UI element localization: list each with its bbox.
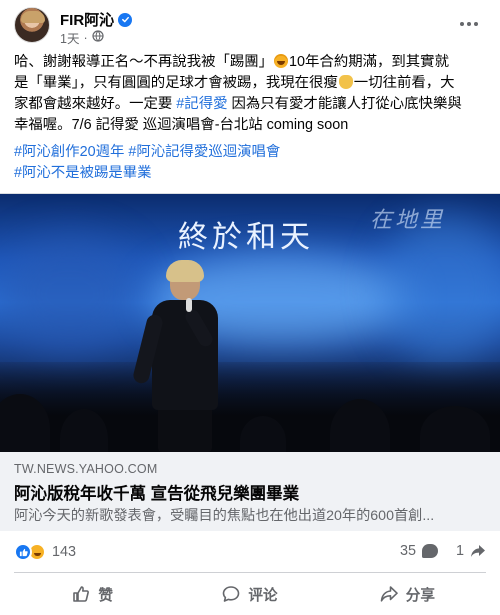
- comment-label: 评论: [248, 587, 278, 604]
- verified-badge-icon: [118, 12, 133, 27]
- share-arrow-icon: [470, 544, 486, 558]
- post-meta: 1天 ·: [60, 28, 104, 47]
- more-options-icon[interactable]: [454, 9, 484, 39]
- like-button[interactable]: 赞: [14, 576, 171, 612]
- singer-figure: [131, 260, 230, 452]
- post-header: FIR阿沁 1天 ·: [14, 7, 484, 47]
- message-text: 幸福喔。7/6 記得愛 巡迴演唱會-台北站 coming soon: [14, 117, 349, 133]
- reaction-count: 143: [52, 544, 77, 560]
- hashtag-link[interactable]: #阿沁創作20週年: [14, 144, 124, 160]
- reactions-summary[interactable]: 143: [14, 543, 76, 561]
- share-icon: [380, 585, 398, 603]
- preview-excerpt: 阿沁今天的新歌發表會，受矚目的焦點也在他出道20年的600首創...: [14, 508, 435, 524]
- message-text: 10年合約期滿，到其實就: [289, 54, 449, 70]
- engagement-counts: 143 35 1: [14, 541, 486, 565]
- message-text: 一切往前看，大: [353, 75, 455, 91]
- comment-icon: [222, 585, 240, 603]
- comment-count[interactable]: 35: [400, 543, 416, 559]
- message-line-4: 幸福喔。7/6 記得愛 巡迴演唱會-台北站 coming soon: [14, 115, 486, 136]
- share-button[interactable]: 分享: [329, 576, 486, 612]
- timestamp[interactable]: 1天: [60, 28, 79, 47]
- action-bar: 赞 评论 分享: [14, 576, 486, 612]
- separator-dot: ·: [83, 30, 88, 45]
- message-line-2: 是「畢業」，只有圓圓的足球才會被踢，我現在很瘦 一切往前看，大: [14, 73, 486, 94]
- comment-bubble-icon: [421, 544, 438, 558]
- link-preview[interactable]: 終於和天 在地里 TW.NEWS.YAHOO.COM 阿沁版稅年收千萬 宣告從飛…: [0, 193, 500, 531]
- hashtag-line-1: #阿沁創作20週年 #阿沁記得愛巡迴演唱會: [14, 142, 280, 163]
- comment-button[interactable]: 评论: [171, 576, 328, 612]
- hashtags: #阿沁創作20週年 #阿沁記得愛巡迴演唱會 #阿沁不是被踢是畢業: [14, 142, 280, 184]
- preview-headline[interactable]: 阿沁版稅年收千萬 宣告從飛兒樂團畢業: [14, 480, 299, 504]
- message-text: 是「畢業」，只有圓圓的足球才會被踢，我現在很瘦: [14, 75, 338, 91]
- stage-screen-text-faint: 在地里: [370, 208, 446, 233]
- post-message: 哈、謝謝報導正名～不再說我被「踢團」 10年合約期滿，到其實就 是「畢業」，只有圓…: [14, 52, 486, 136]
- name-row: FIR阿沁: [60, 9, 133, 30]
- hashtag-link[interactable]: #阿沁不是被踢是畢業: [14, 165, 152, 181]
- globe-icon: [92, 30, 104, 45]
- preview-image[interactable]: 終於和天 在地里: [0, 194, 500, 452]
- hands-emoji-icon: [338, 75, 353, 89]
- message-text: 哈、謝謝報導正名～不再說我被「踢團」: [14, 54, 274, 70]
- page-name[interactable]: FIR阿沁: [60, 9, 114, 30]
- stage-screen-text: 終於和天: [178, 220, 314, 255]
- like-icon: [14, 543, 32, 561]
- laughing-emoji-icon: [274, 54, 289, 68]
- message-text: 家都會越來越好。一定要: [14, 96, 177, 112]
- message-line-1: 哈、謝謝報導正名～不再說我被「踢團」 10年合約期滿，到其實就: [14, 52, 486, 73]
- message-line-3: 家都會越來越好。一定要 #記得愛 因為只有愛才能讓人打從心底快樂與: [14, 94, 486, 115]
- avatar[interactable]: [14, 7, 50, 43]
- comment-share-counts: 35 1: [400, 543, 486, 559]
- facebook-post: FIR阿沁 1天 · 哈、謝謝報導正名～不再說我被「踢團」 10年合約期滿，到其實…: [0, 0, 500, 615]
- share-label: 分享: [405, 587, 435, 604]
- preview-footer[interactable]: TW.NEWS.YAHOO.COM 阿沁版稅年收千萬 宣告從飛兒樂團畢業 阿沁今…: [0, 452, 500, 531]
- preview-source: TW.NEWS.YAHOO.COM: [14, 462, 158, 476]
- thumbs-up-icon: [72, 585, 90, 603]
- share-count[interactable]: 1: [456, 543, 464, 559]
- message-text: 因為只有愛才能讓人打從心底快樂與: [227, 96, 462, 112]
- divider: [14, 572, 486, 573]
- hashtag-link[interactable]: #阿沁記得愛巡迴演唱會: [128, 144, 280, 160]
- hashtag-line-2: #阿沁不是被踢是畢業: [14, 163, 280, 184]
- like-label: 赞: [98, 587, 113, 604]
- hashtag-link[interactable]: #記得愛: [176, 96, 227, 112]
